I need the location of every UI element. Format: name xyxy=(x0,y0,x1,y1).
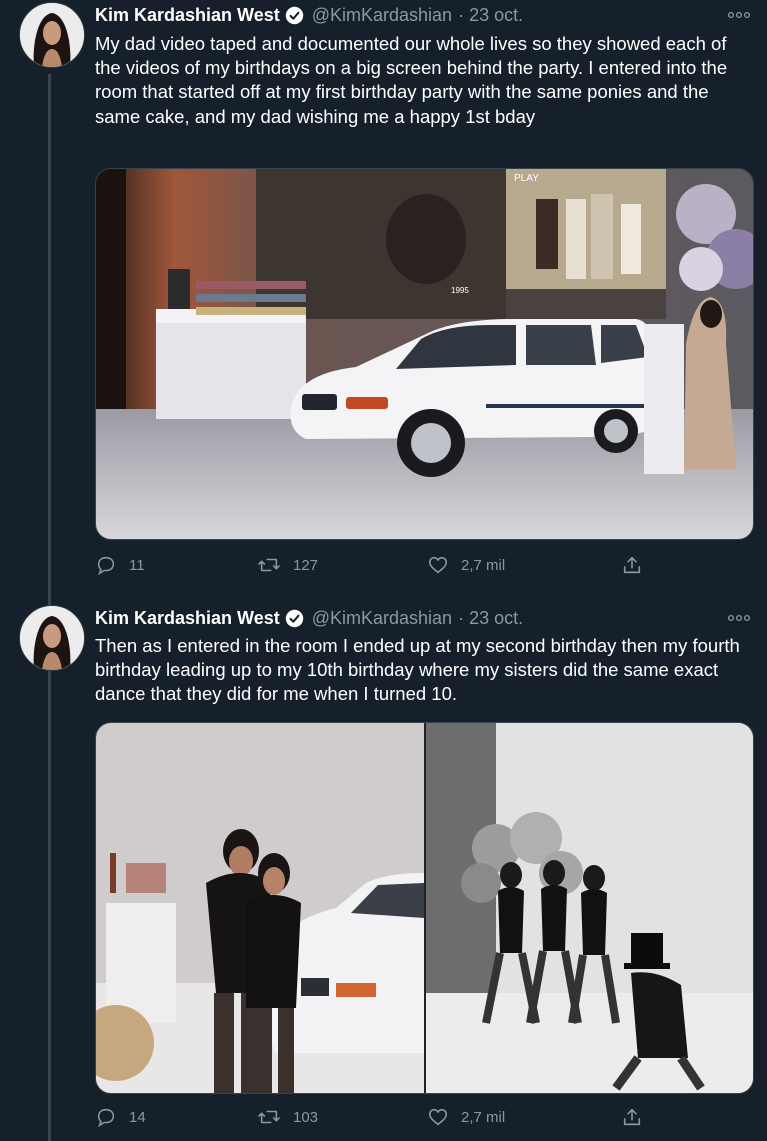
avatar[interactable] xyxy=(19,605,85,671)
verified-badge-icon xyxy=(285,6,303,24)
exhibit-photo: PLAY 1995 xyxy=(96,169,753,539)
verified-badge-icon xyxy=(285,609,303,627)
tweet-header: Kim Kardashian West @KimKardashian · 23 … xyxy=(95,605,523,631)
like-count: 2,7 mil xyxy=(461,1108,506,1126)
reply-count: 11 xyxy=(129,556,145,574)
tweet-text: Then as I entered in the room I ended up… xyxy=(95,635,740,705)
tweet-header: Kim Kardashian West @KimKardashian · 23 … xyxy=(95,2,523,28)
like-button[interactable]: 2,7 mil xyxy=(427,554,505,576)
like-count: 2,7 mil xyxy=(461,556,506,574)
like-icon xyxy=(428,556,448,574)
projection-year-label: 1995 xyxy=(451,286,469,295)
reply-button[interactable]: 11 xyxy=(95,554,145,576)
retweet-count: 127 xyxy=(293,556,319,574)
share-icon xyxy=(623,1108,641,1126)
reply-icon xyxy=(97,1108,115,1128)
tweet-text: My dad video taped and documented our wh… xyxy=(95,33,728,127)
retweet-count: 103 xyxy=(293,1108,319,1126)
more-options-icon[interactable] xyxy=(727,608,751,628)
tweet-date[interactable]: · 23 oct. xyxy=(458,5,523,26)
author-name[interactable]: Kim Kardashian West xyxy=(95,5,280,26)
reply-button[interactable]: 14 xyxy=(95,1106,146,1128)
share-icon xyxy=(623,556,641,574)
reply-count: 14 xyxy=(129,1108,146,1126)
like-button[interactable]: 2,7 mil xyxy=(427,1106,505,1128)
like-icon xyxy=(428,1108,448,1126)
retweet-button[interactable]: 127 xyxy=(257,554,318,576)
tweet-actions: 14 103 2,7 mil xyxy=(95,1106,655,1132)
sisters-dance-bw-photo[interactable] xyxy=(426,723,753,1093)
reply-icon xyxy=(97,556,115,576)
more-options-icon[interactable] xyxy=(727,5,751,25)
retweet-icon xyxy=(258,558,280,572)
tweet-date[interactable]: · 23 oct. xyxy=(458,608,523,629)
avatar[interactable] xyxy=(19,2,85,68)
tweet-image-grid[interactable] xyxy=(95,722,754,1094)
author-handle[interactable]: @KimKardashian xyxy=(312,608,452,629)
retweet-button[interactable]: 103 xyxy=(257,1106,318,1128)
sisters-car-photo[interactable] xyxy=(96,723,424,1093)
retweet-icon xyxy=(258,1110,280,1124)
share-button[interactable] xyxy=(621,1106,655,1128)
share-button[interactable] xyxy=(621,554,655,576)
tweet-actions: 11 127 2,7 mil xyxy=(95,554,655,580)
projection-play-label: PLAY xyxy=(514,173,539,184)
author-handle[interactable]: @KimKardashian xyxy=(312,5,452,26)
tweet-image-bmw-exhibit[interactable]: PLAY 1995 xyxy=(95,168,754,540)
author-name[interactable]: Kim Kardashian West xyxy=(95,608,280,629)
